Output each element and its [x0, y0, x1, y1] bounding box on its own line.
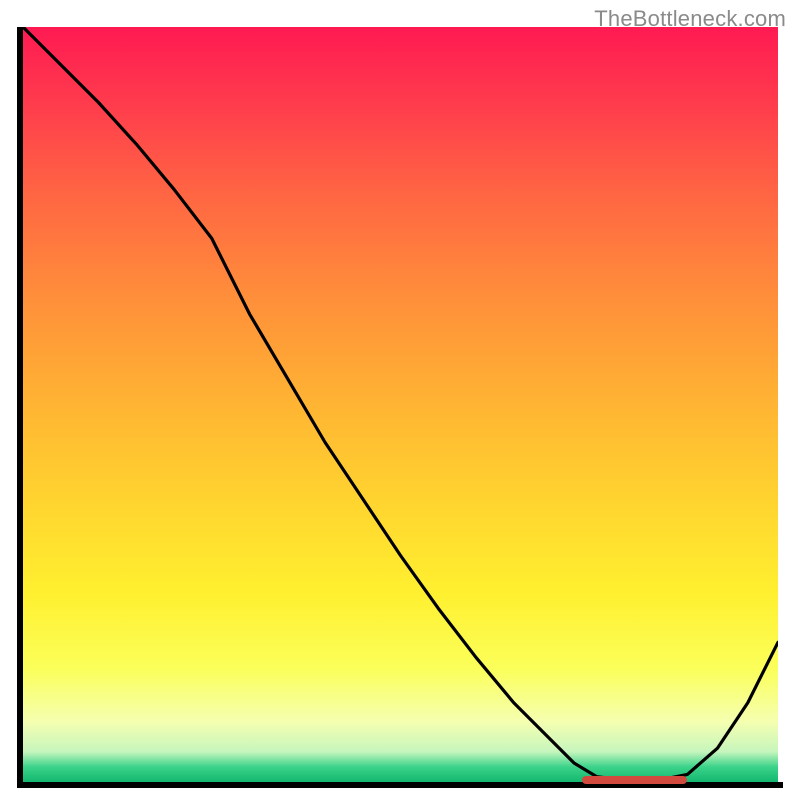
chart-stage: TheBottleneck.com — [0, 0, 800, 800]
bottleneck-curve — [23, 27, 778, 780]
optimal-range-marker — [582, 776, 688, 784]
curve-svg — [23, 27, 778, 782]
